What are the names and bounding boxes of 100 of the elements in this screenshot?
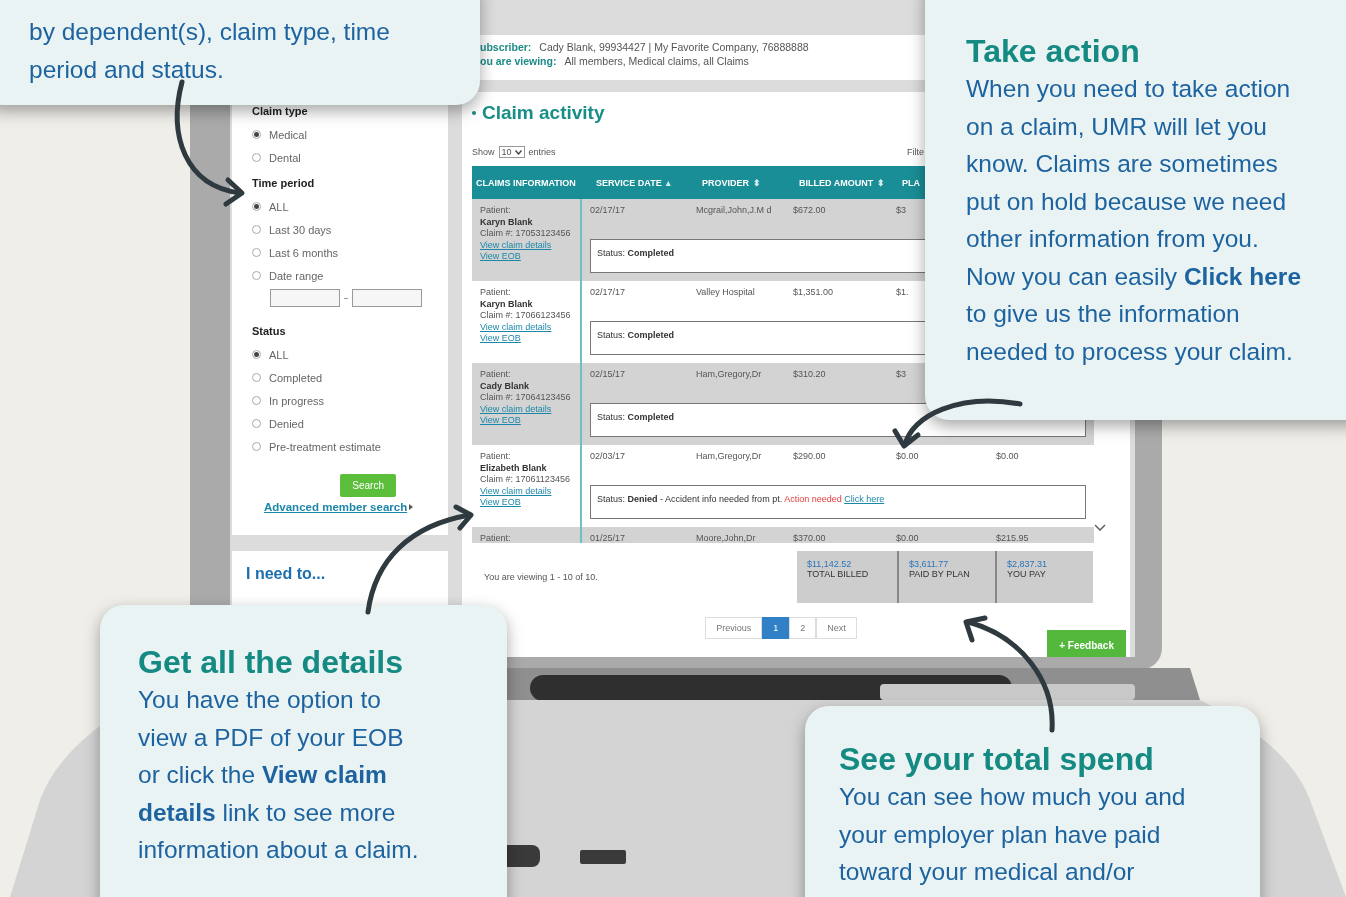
group-title: Status xyxy=(252,325,287,337)
page-button[interactable]: 2 xyxy=(789,617,817,639)
advanced-search-link[interactable]: Advanced member search xyxy=(264,501,434,513)
eob-link[interactable]: View EOB xyxy=(480,333,580,345)
claim-details-link[interactable]: View claim details xyxy=(480,239,580,251)
radio-button[interactable] xyxy=(252,153,261,162)
patient-name: Elizabeth Blank xyxy=(480,462,548,474)
table-cell: $0.00 xyxy=(896,533,919,543)
table-cell-text: Ham,Gregory,Dr xyxy=(696,451,762,463)
page-title: Claim activity xyxy=(482,102,605,124)
radio-label: Pre-treatment estimate xyxy=(269,440,381,453)
table-cell-text: $3 xyxy=(896,205,906,217)
radio-label: Denied xyxy=(269,417,304,430)
table-cell-text: Valley Hospital xyxy=(696,287,755,299)
radio-button[interactable] xyxy=(252,248,261,257)
radio-button[interactable] xyxy=(252,396,261,405)
callout-title: See your total spend xyxy=(839,740,1155,778)
click-here-link[interactable]: Click here xyxy=(844,494,885,504)
radio-button[interactable] xyxy=(252,271,261,280)
callout-title: Get all the details xyxy=(138,643,404,681)
search-button[interactable]: Search xyxy=(340,474,396,497)
table-cell-text: $310.20 xyxy=(793,369,826,381)
radio-label: Completed xyxy=(269,371,323,384)
radio-label: ALL xyxy=(269,200,289,213)
table-cell: $370.00 xyxy=(793,533,826,543)
eob-link[interactable]: View EOB xyxy=(480,251,580,263)
radio-button[interactable] xyxy=(252,202,261,211)
radio-label: Date range xyxy=(269,269,324,282)
radio-button[interactable] xyxy=(252,350,261,359)
total-box: $2,837.31 YOU PAY xyxy=(997,551,1093,603)
status-box: Status: Denied - Accident info needed from pt. Action needed Click here xyxy=(590,485,1086,519)
field-label: ubscriber: xyxy=(480,41,532,53)
callout-text: You have the option to view a PDF of your EOB or click the View claim details link to see more information about a claim. xyxy=(138,685,420,865)
group-title: Time period xyxy=(252,177,316,189)
field-label: ou are viewing: xyxy=(480,55,557,67)
table-cell-text: $290.00 xyxy=(793,451,826,463)
claim-details-link[interactable]: View claim details xyxy=(480,403,580,415)
field-value: All members, Medical claims, all Claims xyxy=(564,55,749,67)
claim-number: Claim #: 17061123456 xyxy=(480,474,571,486)
table-cell-text: $1. xyxy=(896,287,909,299)
caret-icon xyxy=(409,504,414,510)
eob-link[interactable]: View EOB xyxy=(480,497,580,509)
table-cell-text: $0.00 xyxy=(996,451,1019,463)
date-field[interactable] xyxy=(352,289,422,307)
feedback-button[interactable]: + Feedback xyxy=(1047,630,1126,657)
patient-name: Cady Blank xyxy=(480,380,531,392)
table-cell: 01/25/17 xyxy=(590,533,626,543)
group-title: Claim type xyxy=(252,105,309,117)
chevron-down-icon[interactable] xyxy=(1094,524,1106,531)
page-button[interactable]: Previous xyxy=(705,617,763,639)
sort-icon[interactable]: ⬍ xyxy=(753,177,761,188)
callout-text: You can see how much you and your employer plan have paid toward your medical and/or xyxy=(839,782,1187,887)
column-header[interactable]: CLAIMS INFORMATION xyxy=(476,177,576,188)
sort-icon[interactable]: ▴ xyxy=(665,177,671,188)
bullet-icon xyxy=(472,111,476,115)
table-cell-text: 02/17/17 xyxy=(590,287,626,299)
table-cell: Moore,John,Dr xyxy=(696,533,756,543)
eob-link[interactable]: View EOB xyxy=(480,415,580,427)
radio-button[interactable] xyxy=(252,130,261,139)
column-header[interactable]: BILLED AMOUNT xyxy=(799,177,874,188)
table-cell: $215.95 xyxy=(996,533,1029,543)
claim-details-link[interactable]: View claim details xyxy=(480,321,580,333)
card-title: I need to... xyxy=(246,565,327,583)
field-value: Cady Blank, 99934427 | My Favorite Company, 76888888 xyxy=(539,41,809,53)
table-cell-text: Mcgrail,John,J.M d xyxy=(696,205,772,217)
entries-label: entries xyxy=(528,147,556,157)
patient-label: Patient: xyxy=(480,451,512,463)
claim-number: Claim #: 17066123456 xyxy=(480,310,572,322)
total-box: $11,142.52 TOTAL BILLED xyxy=(797,551,897,603)
table-cell-text: Ham,Gregory,Dr xyxy=(696,369,762,381)
radio-button[interactable] xyxy=(252,442,261,451)
radio-label: In progress xyxy=(269,394,325,407)
table-cell-text: $3 xyxy=(896,369,906,381)
total-box: $3,611.77 PAID BY PLAN xyxy=(899,551,995,603)
radio-button[interactable] xyxy=(252,373,261,382)
claim-number: Claim #: 17064123456 xyxy=(480,392,572,404)
page-button[interactable]: Next xyxy=(816,617,857,639)
results-count: You are viewing 1 - 10 of 10. xyxy=(484,572,599,582)
page-button[interactable]: 1 xyxy=(762,617,790,639)
patient-name: Karyn Blank xyxy=(480,216,534,228)
column-header[interactable]: PLA xyxy=(902,177,920,188)
sort-icon[interactable]: ⬍ xyxy=(877,177,886,188)
radio-button[interactable] xyxy=(252,225,261,234)
patient-label: Patient: xyxy=(480,533,512,543)
callout-title: Take action xyxy=(966,32,1141,70)
patient-label: Patient: xyxy=(480,287,512,299)
page-size-select[interactable]: 10 xyxy=(498,146,525,158)
column-header[interactable]: SERVICE DATE xyxy=(596,177,662,188)
patient-label: Patient: xyxy=(480,369,512,381)
chevron-down-icon xyxy=(514,149,522,155)
table-cell-text: 02/15/17 xyxy=(590,369,626,381)
claim-number: Claim #: 17053123456 xyxy=(480,228,572,240)
radio-label: Dental xyxy=(269,151,301,164)
patient-label: Patient: xyxy=(480,205,512,217)
claim-details-link[interactable]: View claim details xyxy=(480,485,580,497)
radio-label: Last 30 days xyxy=(269,223,332,236)
radio-button[interactable] xyxy=(252,419,261,428)
column-header[interactable]: PROVIDER xyxy=(702,177,749,188)
table-cell-text: 02/03/17 xyxy=(590,451,626,463)
date-field[interactable] xyxy=(270,289,340,307)
